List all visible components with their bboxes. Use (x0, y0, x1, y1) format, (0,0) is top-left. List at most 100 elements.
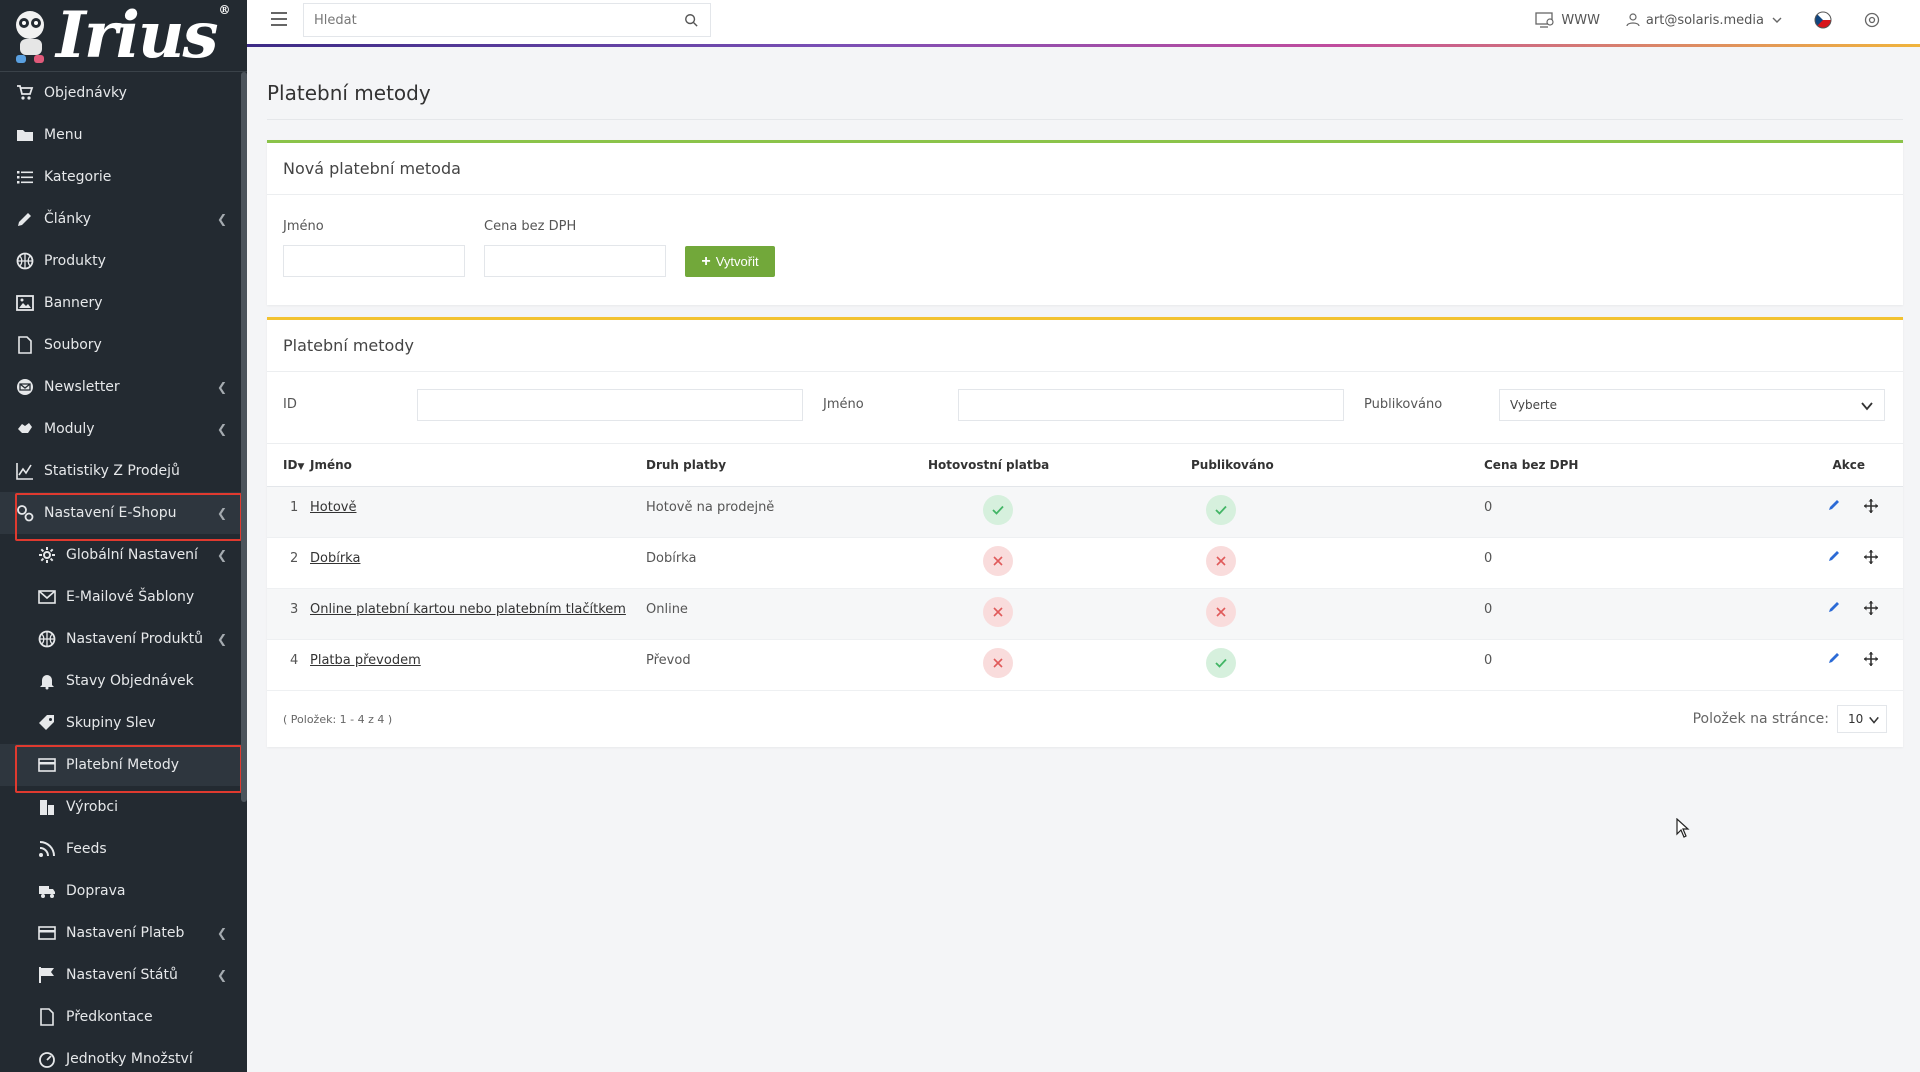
gauge-icon (38, 1050, 56, 1068)
name-field[interactable] (283, 245, 465, 277)
table-header-row: ID▼ Jméno Druh platby Hotovostní platba … (267, 444, 1903, 487)
sidebar-item-jednotky-mno-stv-[interactable]: Jednotky Množství (0, 1038, 247, 1072)
sidebar-item-kategorie[interactable]: Kategorie (0, 156, 247, 198)
sidebar-item--l-nky[interactable]: Články ❮ (0, 198, 247, 240)
move-icon[interactable] (1863, 549, 1879, 565)
cell-cash (928, 486, 1191, 538)
building-icon (38, 798, 56, 816)
edit-icon[interactable] (1827, 549, 1841, 563)
sidebar-item-label: Kategorie (44, 169, 112, 185)
cell-name: Online platební kartou nebo platebním tl… (310, 588, 646, 640)
edit-icon[interactable] (1827, 600, 1841, 614)
edit-icon[interactable] (1827, 651, 1841, 665)
cell-name: Hotově (310, 486, 646, 538)
cell-id: 4 (267, 639, 310, 691)
www-link[interactable]: WWW (1535, 12, 1600, 28)
col-published: Publikováno (1191, 444, 1484, 487)
sidebar-item-bannery[interactable]: Bannery (0, 282, 247, 324)
sidebar-item-nastaven-e-shopu[interactable]: Nastavení E-Shopu ❮ (0, 492, 247, 541)
method-name-link[interactable]: Dobírka (310, 551, 360, 566)
sidebar-item-statistiky-z-prodej-[interactable]: Statistiky Z Prodejů (0, 450, 247, 492)
method-name-link[interactable]: Hotově (310, 500, 356, 515)
move-icon[interactable] (1863, 600, 1879, 616)
search-icon[interactable] (684, 13, 698, 27)
sidebar-item-nastaven-produkt-[interactable]: Nastavení Produktů ❮ (0, 618, 247, 660)
sidebar-item-v-robci[interactable]: Výrobci (0, 786, 247, 828)
chevron-left-icon: ❮ (216, 506, 227, 520)
sidebar-item-feeds[interactable]: Feeds (0, 828, 247, 870)
per-page-select[interactable]: 10 (1837, 704, 1887, 733)
filter-name-input[interactable] (958, 389, 1344, 421)
sidebar-item-soubory[interactable]: Soubory (0, 324, 247, 366)
sidebar-item-newsletter[interactable]: Newsletter ❮ (0, 366, 247, 408)
per-page: Položek na stránce: 10 (1693, 704, 1887, 733)
chevron-left-icon: ❮ (216, 422, 227, 436)
check-icon[interactable] (983, 494, 1013, 525)
method-name-link[interactable]: Platba převodem (310, 653, 421, 668)
method-name-link[interactable]: Online platební kartou nebo platebním tl… (310, 602, 626, 617)
cross-icon[interactable] (983, 545, 1013, 576)
sidebar-item-glob-ln-nastaven-[interactable]: Globální Nastavení ❮ (0, 534, 247, 576)
cell-price: 0 (1484, 639, 1784, 691)
hamburger-menu-icon[interactable] (271, 12, 287, 28)
sidebar-item-doprava[interactable]: Doprava (0, 870, 247, 912)
logout-button[interactable] (1864, 12, 1886, 28)
user-menu[interactable]: art@solaris.media (1626, 13, 1788, 28)
logo[interactable]: Irius ® (0, 0, 247, 72)
move-icon[interactable] (1863, 651, 1879, 667)
sidebar-item-p-edkontace[interactable]: Předkontace (0, 996, 247, 1038)
col-cash: Hotovostní platba (928, 444, 1191, 487)
cell-id: 2 (267, 537, 310, 589)
power-icon (1864, 12, 1880, 28)
filter-id-input[interactable] (417, 389, 803, 421)
sidebar-item-objedn-vky[interactable]: Objednávky (0, 72, 247, 114)
sidebar-item-stavy-objedn-vek[interactable]: Stavy Objednávek (0, 660, 247, 702)
sidebar-item-label: Skupiny Slev (66, 715, 156, 731)
check-icon[interactable] (1206, 494, 1236, 525)
sidebar-nav: Objednávky Menu Kategorie Články ❮ Produkty Ba… (0, 72, 247, 1072)
sidebar-item-label: Stavy Objednávek (66, 673, 194, 689)
language-flag[interactable] (1814, 11, 1838, 29)
sidebar-item-produkty[interactable]: Produkty (0, 240, 247, 282)
cross-icon[interactable] (983, 647, 1013, 678)
move-icon[interactable] (1863, 498, 1879, 514)
filter-name-label: Jméno (823, 397, 864, 412)
cross-icon[interactable] (1206, 596, 1236, 627)
filter-id-label: ID (283, 397, 297, 412)
sidebar-item-label: Produkty (44, 253, 106, 269)
search-input[interactable]: Hledat (303, 3, 711, 37)
sidebar-item-label: Soubory (44, 337, 102, 353)
basketball-icon (16, 252, 34, 270)
sidebar-item-skupiny-slev[interactable]: Skupiny Slev (0, 702, 247, 744)
cell-type: Hotově na prodejně (646, 486, 928, 538)
col-id[interactable]: ID▼ (267, 444, 310, 487)
mouse-cursor-icon (1676, 818, 1690, 838)
cell-name: Platba převodem (310, 639, 646, 691)
cross-icon[interactable] (1206, 545, 1236, 576)
sidebar-scrollbar[interactable] (241, 72, 247, 802)
price-field[interactable] (484, 245, 666, 277)
cell-actions (1784, 486, 1903, 538)
cell-published (1191, 486, 1484, 538)
table-body: 1 Hotově Hotově na prodejně 0 2 Dobírka Dobírk… (267, 486, 1903, 691)
sidebar-item-nastaven-plateb[interactable]: Nastavení Plateb ❮ (0, 912, 247, 954)
cell-cash (928, 639, 1191, 691)
sidebar-item-moduly[interactable]: Moduly ❮ (0, 408, 247, 450)
tag-icon (38, 714, 56, 732)
sidebar-item-menu[interactable]: Menu (0, 114, 247, 156)
filter-published-select[interactable]: Vyberte (1499, 389, 1885, 421)
cell-published (1191, 639, 1484, 691)
sidebar-item-nastaven-st-t-[interactable]: Nastavení Států ❮ (0, 954, 247, 996)
table-footer: ( Položek: 1 - 4 z 4 ) Položek na stránc… (267, 691, 1903, 747)
edit-icon[interactable] (1827, 498, 1841, 512)
sidebar-item-platebn-metody[interactable]: Platební Metody (0, 744, 247, 793)
flag-icon (38, 966, 56, 984)
cell-id: 1 (267, 486, 310, 538)
cross-icon[interactable] (983, 596, 1013, 627)
sidebar-item-e-mailov-ablony[interactable]: E-Mailové Šablony (0, 576, 247, 618)
create-button[interactable]: + Vytvořit (685, 246, 775, 277)
check-icon[interactable] (1206, 647, 1236, 678)
sidebar-item-label: Platební Metody (66, 757, 180, 773)
plus-icon: + (701, 252, 711, 270)
sidebar-item-label: Nastavení Států (66, 967, 178, 983)
